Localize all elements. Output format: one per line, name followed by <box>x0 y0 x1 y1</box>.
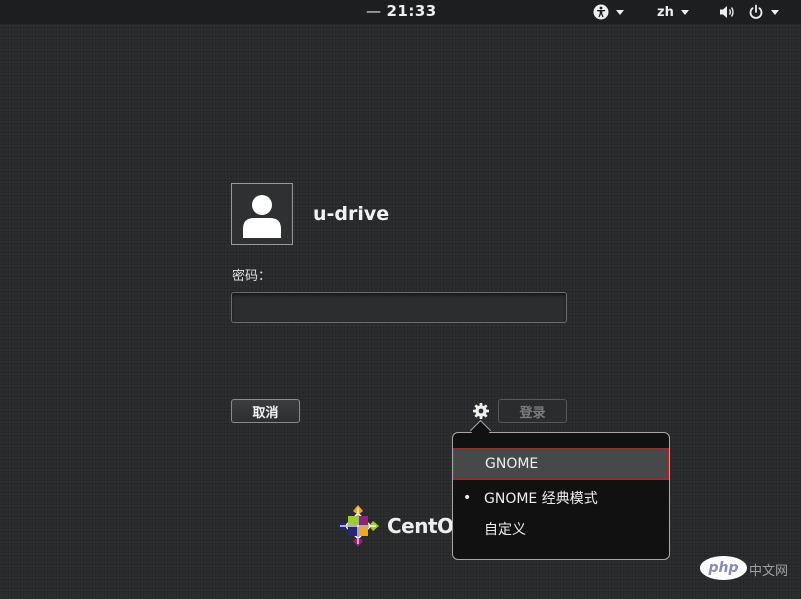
password-label: 密码： <box>232 269 272 284</box>
language-label: zh <box>657 4 674 20</box>
session-menu: GNOME • GNOME 经典模式 自定义 <box>452 432 670 560</box>
clock[interactable]: —21:33 <box>366 2 437 20</box>
accessibility-icon <box>593 4 609 20</box>
php-watermark-logo: php <box>700 556 747 580</box>
power-menu[interactable] <box>748 3 779 21</box>
username: u-drive <box>313 203 390 225</box>
user-icon <box>243 195 281 238</box>
language-menu[interactable]: zh <box>657 3 689 21</box>
clock-time: 21:33 <box>386 2 437 20</box>
top-bar: —21:33 zh <box>0 0 801 24</box>
cancel-button[interactable]: 取消 <box>231 399 300 423</box>
menu-item-label: GNOME 经典模式 <box>484 491 598 507</box>
menu-item-label: GNOME <box>485 456 539 472</box>
login-button[interactable]: 登录 <box>498 399 567 423</box>
centos-logo: CentOS <box>336 504 468 548</box>
avatar <box>231 183 293 245</box>
power-icon <box>749 4 763 19</box>
chevron-down-icon <box>771 9 779 15</box>
volume-indicator[interactable] <box>719 3 737 21</box>
chevron-down-icon <box>680 9 689 15</box>
session-settings-button[interactable] <box>472 402 490 420</box>
volume-icon <box>720 6 734 18</box>
menu-item-custom[interactable]: 自定义 <box>453 513 669 545</box>
selected-bullet-icon: • <box>463 490 472 506</box>
accessibility-menu[interactable] <box>593 3 624 21</box>
watermark-text: 中文网 <box>749 564 789 579</box>
centos-logo-icon <box>337 505 379 547</box>
clock-dash: — <box>366 2 382 20</box>
chevron-down-icon <box>616 9 624 15</box>
menu-item-label: 自定义 <box>484 522 526 538</box>
menu-item-gnome-classic[interactable]: • GNOME 经典模式 <box>453 482 669 514</box>
password-input[interactable] <box>231 292 567 323</box>
menu-item-gnome[interactable]: GNOME <box>453 448 669 480</box>
gear-icon <box>473 403 489 419</box>
